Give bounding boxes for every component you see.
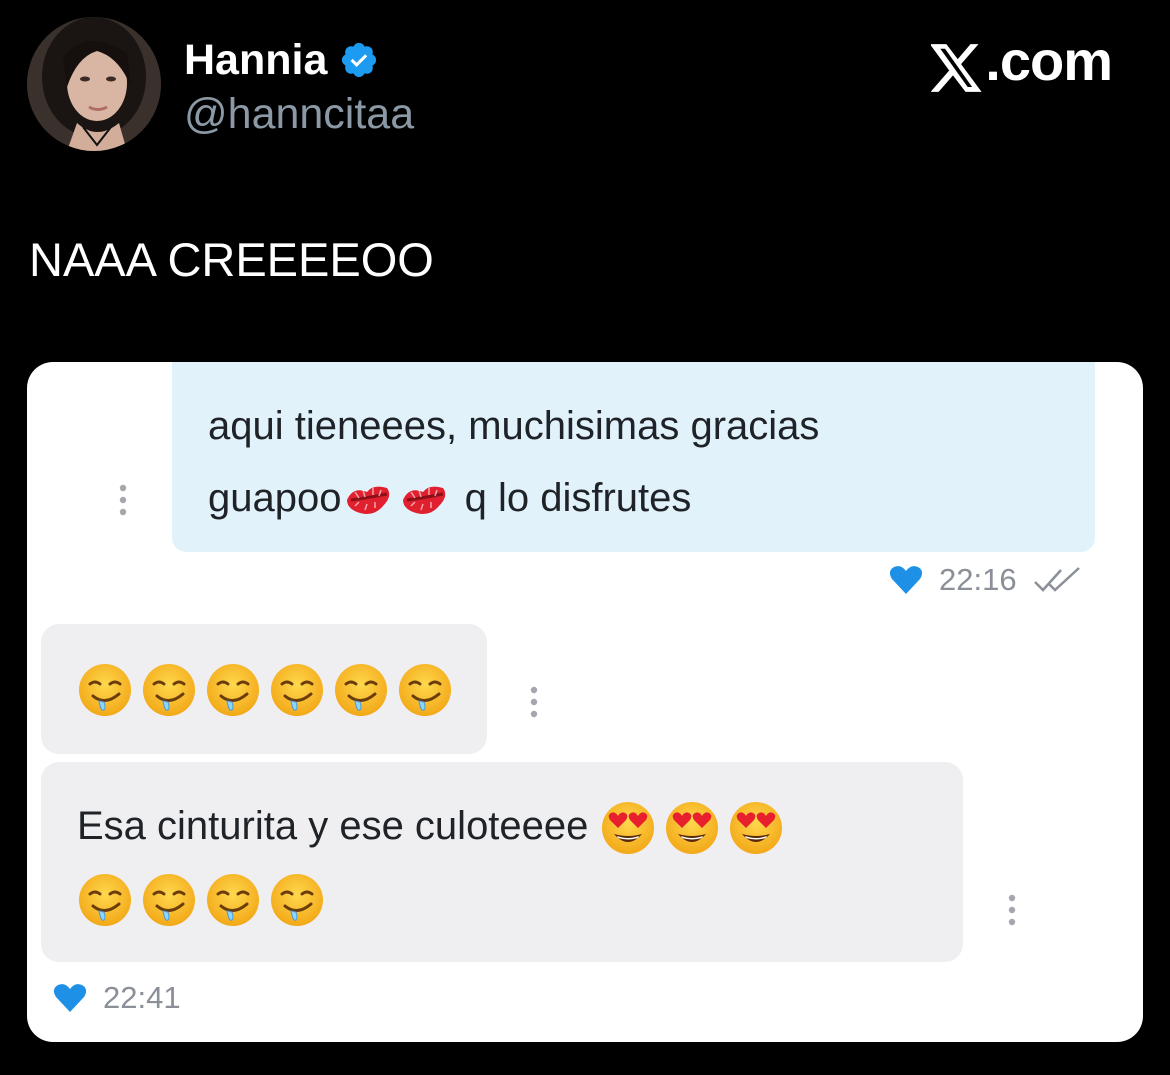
outgoing-message-bubble: aqui tieneees, muchisimas gracias guapoo	[172, 362, 1095, 552]
author-name[interactable]: Hannia	[184, 36, 379, 84]
drooling-face-icon	[269, 872, 325, 928]
brand-watermark: .com	[931, 29, 1113, 92]
drooling-face-icon	[141, 872, 197, 928]
incoming-message-line2	[77, 862, 937, 934]
verified-badge-icon	[339, 40, 379, 80]
heart-eyes-face-icon	[664, 800, 720, 856]
outgoing-message-line1: aqui tieneees, muchisimas gracias	[208, 404, 820, 448]
drooling-face-icon	[333, 662, 389, 718]
author-display-name[interactable]: Hannia	[184, 36, 327, 84]
drooling-face-icon	[269, 662, 325, 718]
outgoing-message-line2-suffix: q lo disfrutes	[453, 476, 692, 520]
outgoing-message-line2-prefix: guapoo	[208, 476, 342, 520]
heart-eyes-face-icon	[728, 800, 784, 856]
drooling-face-icon	[77, 872, 133, 928]
drooling-face-icon	[141, 662, 197, 718]
incoming-message-line1: Esa cinturita y ese culoteeee	[77, 790, 937, 862]
drooling-face-icon	[77, 662, 133, 718]
incoming-message-time: 22:41	[103, 980, 181, 1015]
kiss-mark-icon	[343, 478, 395, 522]
brand-text: .com	[985, 29, 1113, 92]
kiss-mark-icon	[399, 478, 451, 522]
avatar[interactable]	[27, 17, 161, 151]
liked-heart-icon[interactable]	[53, 982, 87, 1014]
outgoing-message-time: 22:16	[939, 562, 1017, 597]
attached-screenshot[interactable]: aqui tieneees, muchisimas gracias guapoo	[27, 362, 1143, 1042]
x-logo-icon	[931, 44, 983, 92]
incoming-message-bubble	[41, 624, 487, 754]
post-text: NAAA CREEEEOO	[29, 233, 434, 286]
drooling-face-icon	[397, 662, 453, 718]
author-handle[interactable]: @hanncitaa	[184, 90, 414, 138]
message-options-icon[interactable]	[1007, 892, 1017, 928]
outgoing-message-meta: 22:16	[889, 562, 1085, 598]
outgoing-message-text: aqui tieneees, muchisimas gracias guapoo	[208, 390, 1078, 534]
drooling-face-icon	[205, 872, 261, 928]
message-options-icon[interactable]	[118, 482, 128, 518]
incoming-message-bubble: Esa cinturita y ese culoteeee	[41, 762, 963, 962]
incoming-message-meta: 22:41	[53, 980, 181, 1016]
heart-eyes-face-icon	[600, 800, 656, 856]
drooling-face-icon	[205, 662, 261, 718]
double-check-icon	[1033, 566, 1085, 594]
incoming-message-emoji-row	[77, 652, 453, 724]
message-options-icon[interactable]	[529, 684, 539, 720]
incoming-message-text: Esa cinturita y ese culoteeee	[77, 790, 937, 934]
liked-heart-icon[interactable]	[889, 564, 923, 596]
incoming-message-words: Esa cinturita y ese culoteeee	[77, 804, 600, 848]
outgoing-message-line2: guapoo q lo disfrutes	[208, 462, 1078, 534]
